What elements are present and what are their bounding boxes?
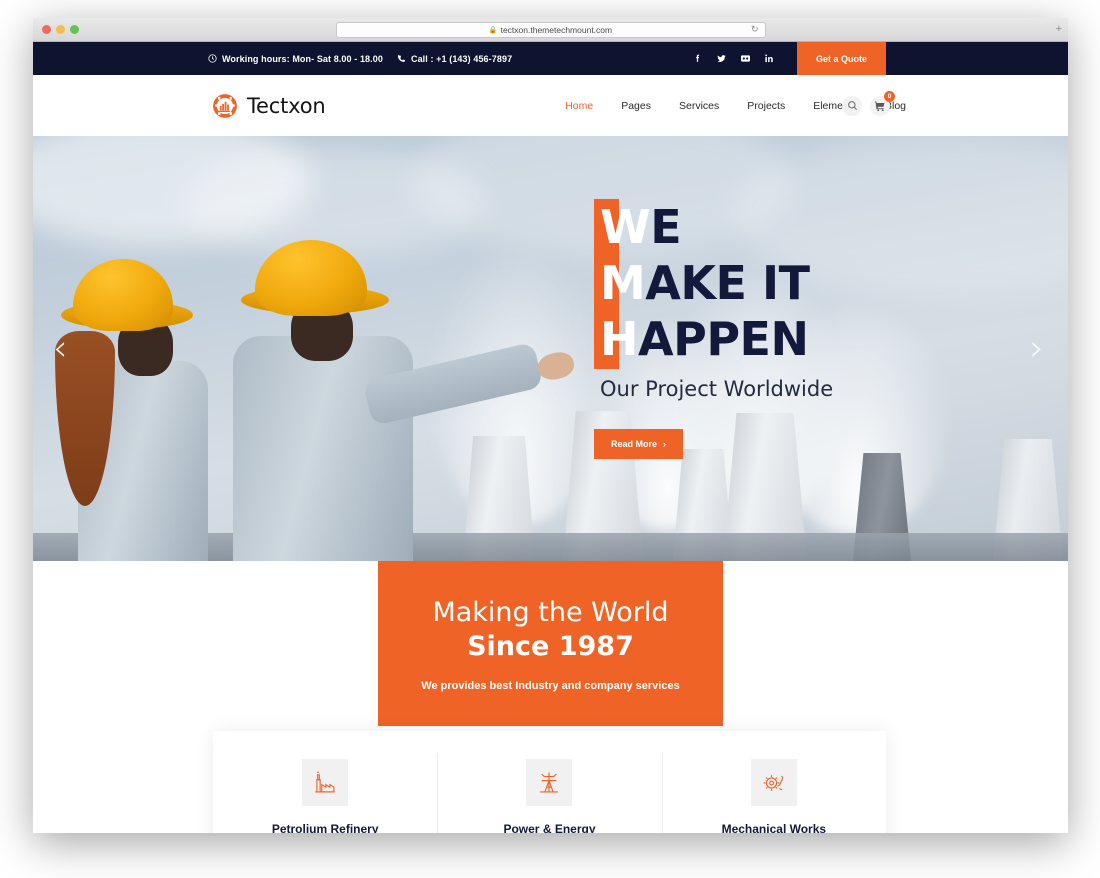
nav-item-home[interactable]: Home: [551, 100, 607, 112]
headline-line-3: HAPPEN: [594, 311, 924, 367]
social-links: [692, 53, 775, 64]
promo-line-1: Making the World: [432, 596, 669, 628]
topbar-info-group: Working hours: Mon- Sat 8.00 - 18.00 Cal…: [208, 54, 512, 64]
nav-item-services[interactable]: Services: [665, 100, 733, 112]
address-bar[interactable]: 🔒 tectxon.themetechmount.com ↻: [335, 21, 766, 38]
top-utility-bar: Working hours: Mon- Sat 8.00 - 18.00 Cal…: [33, 42, 1068, 75]
browser-chrome: 🔒 tectxon.themetechmount.com ↻ +: [33, 18, 1068, 42]
services-section: Petrolium Refinery Power & Energy Mechan…: [33, 726, 1068, 833]
promo-subtitle: We provides best Industry and company se…: [421, 679, 680, 692]
flickr-icon[interactable]: [740, 53, 751, 64]
service-title: Petrolium Refinery: [271, 822, 379, 833]
maximize-window-button[interactable]: [70, 25, 79, 34]
gear-wrench-icon: [750, 759, 797, 806]
phone-contact[interactable]: Call : +1 (143) 456-7897: [397, 54, 512, 64]
phone-text: Call : +1 (143) 456-7897: [410, 53, 513, 64]
slider-prev-button[interactable]: ‹: [53, 330, 67, 367]
new-tab-button[interactable]: +: [1056, 24, 1062, 35]
gear-factory-logo-icon: [211, 92, 239, 120]
window-controls[interactable]: [33, 25, 79, 34]
facebook-icon[interactable]: [692, 53, 703, 64]
promo-section: Making the World Since 1987 We provides …: [33, 561, 1068, 726]
service-card-petrolium-refinery[interactable]: Petrolium Refinery: [213, 731, 437, 833]
working-hours: Working hours: Mon- Sat 8.00 - 18.00: [208, 54, 383, 64]
headline-line-1-rest: E: [650, 200, 682, 254]
headline-line-1: WE: [594, 199, 924, 255]
service-title: Mechanical Works: [721, 822, 827, 833]
promo-line-2: Since 1987: [467, 630, 634, 662]
close-window-button[interactable]: [42, 25, 51, 34]
headline-line-2-rest: AKE IT: [645, 256, 810, 310]
browser-window: 🔒 tectxon.themetechmount.com ↻ + Working…: [33, 18, 1068, 833]
services-card-group: Petrolium Refinery Power & Energy Mechan…: [213, 731, 886, 833]
page-body: Working hours: Mon- Sat 8.00 - 18.00 Cal…: [33, 42, 1068, 833]
headline-line-2-initial: M: [600, 256, 646, 310]
get-a-quote-button[interactable]: Get a Quote: [796, 42, 886, 75]
headline-line-1-initial: W: [600, 200, 651, 254]
nav-item-pages[interactable]: Pages: [607, 100, 665, 112]
headline-line-2: MAKE IT: [594, 255, 924, 311]
search-icon[interactable]: [842, 95, 862, 116]
nav-item-projects[interactable]: Projects: [733, 100, 799, 112]
phone-icon: [397, 54, 406, 63]
linkedin-icon[interactable]: [764, 53, 775, 64]
worker-torso: [233, 336, 413, 561]
reload-icon[interactable]: ↻: [751, 24, 759, 35]
service-card-power-energy[interactable]: Power & Energy: [437, 731, 661, 833]
power-pylon-icon: [526, 759, 573, 806]
hero-caption: WE MAKE IT HAPPEN Our Project Worldwide …: [594, 199, 924, 459]
promo-card: Making the World Since 1987 We provides …: [378, 561, 723, 726]
header-tools: 0: [842, 90, 895, 116]
hero-headline: WE MAKE IT HAPPEN: [594, 199, 924, 369]
site-header: Tectxon Home Pages Services Projects Ele…: [33, 75, 1068, 136]
hero-subheadline: Our Project Worldwide: [600, 377, 834, 401]
url-text: tectxon.themetechmount.com: [500, 24, 613, 35]
headline-line-3-initial: H: [600, 312, 639, 366]
working-hours-text: Working hours: Mon- Sat 8.00 - 18.00: [222, 53, 383, 64]
service-title: Power & Energy: [503, 822, 596, 833]
minimize-window-button[interactable]: [56, 25, 65, 34]
cart-count-badge: 0: [884, 90, 895, 102]
logo-text: Tectxon: [247, 93, 326, 118]
twitter-icon[interactable]: [716, 53, 727, 64]
slider-next-button[interactable]: ›: [1030, 330, 1044, 367]
service-card-mechanical-works[interactable]: Mechanical Works: [661, 731, 886, 833]
read-more-button[interactable]: Read More ›: [594, 429, 683, 459]
headline-line-3-rest: APPEN: [638, 312, 809, 366]
lock-icon: 🔒: [488, 26, 498, 34]
topbar-right-group: Get a Quote: [692, 42, 1068, 75]
site-logo[interactable]: Tectxon: [211, 92, 326, 120]
cart-icon[interactable]: 0: [870, 90, 895, 116]
chevron-right-icon: ›: [663, 439, 666, 449]
hero-slider: ‹ › WE MAKE IT HAPPEN Our Project Worldw…: [33, 136, 1068, 561]
clock-icon: [208, 54, 217, 63]
read-more-label: Read More: [610, 439, 657, 449]
factory-icon: [302, 759, 349, 806]
